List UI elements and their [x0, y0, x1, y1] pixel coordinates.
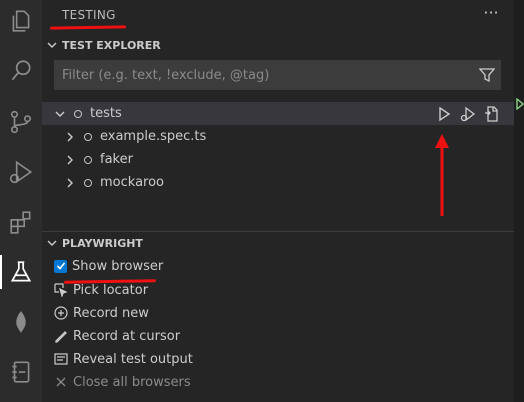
annotation-underline [49, 25, 127, 30]
record-cursor-icon [54, 329, 68, 343]
explorer-button[interactable] [0, 0, 42, 42]
filter-input[interactable] [55, 66, 474, 84]
flask-icon [10, 261, 32, 282]
annotation-arrow [434, 132, 450, 222]
sidebar-title: TESTING [62, 8, 116, 22]
test-status-icon [84, 178, 92, 187]
close-icon [54, 375, 68, 389]
chevron-down-icon [47, 240, 57, 246]
test-status-icon [84, 132, 92, 141]
reveal-test-output-label: Reveal test output [73, 351, 193, 367]
record-new-label: Record new [73, 305, 149, 321]
run-gutter-icon [516, 98, 524, 110]
notebook-button[interactable] [0, 351, 42, 393]
activity-bar [0, 0, 42, 402]
debug-icon[interactable] [460, 106, 476, 122]
run-debug-icon [9, 160, 33, 184]
record-at-cursor-button[interactable]: Record at cursor [54, 325, 180, 347]
tree-item-label: mockaroo [100, 175, 164, 190]
chevron-right-icon [67, 132, 73, 141]
tree-row-tests[interactable]: tests [42, 102, 514, 125]
go-to-file-icon[interactable] [484, 105, 500, 122]
record-at-cursor-label: Record at cursor [73, 328, 181, 344]
chevron-right-icon [67, 178, 73, 187]
source-control-button[interactable] [0, 101, 42, 143]
tree-item-label: faker [100, 152, 133, 167]
reveal-test-output-button[interactable]: Reveal test output [54, 348, 193, 370]
test-status-icon [74, 109, 82, 118]
output-icon [54, 352, 68, 366]
chevron-right-icon [67, 155, 73, 164]
close-all-browsers-button[interactable]: Close all browsers [54, 371, 191, 393]
filter-field-container [54, 60, 501, 90]
playwright-title: PLAYWRIGHT [62, 236, 143, 250]
tree-item-label: tests [90, 106, 122, 121]
search-icon [11, 60, 31, 81]
row-actions [436, 102, 500, 125]
show-browser-toggle[interactable]: Show browser [54, 255, 163, 277]
extensions-button[interactable] [0, 201, 42, 243]
record-new-button[interactable]: Record new [54, 302, 149, 324]
test-explorer-title: TEST EXPLORER [62, 38, 161, 52]
mongodb-button[interactable] [0, 301, 42, 343]
pick-locator-button[interactable]: Pick locator [54, 279, 148, 301]
search-button[interactable] [0, 50, 42, 92]
check-icon [56, 262, 65, 270]
testing-sidebar: TESTING ··· TEST EXPLORER tests example.… [42, 0, 514, 402]
run-debug-button[interactable] [0, 151, 42, 193]
leaf-icon [16, 311, 26, 333]
chevron-down-icon [47, 42, 57, 48]
chevron-down-icon [55, 111, 65, 117]
test-explorer-header[interactable]: TEST EXPLORER [42, 34, 514, 56]
pick-locator-label: Pick locator [73, 282, 149, 298]
test-status-icon [84, 155, 92, 164]
testing-button[interactable] [0, 251, 42, 293]
playwright-header[interactable]: PLAYWRIGHT [42, 232, 514, 254]
filter-icon[interactable] [474, 67, 500, 83]
run-icon[interactable] [436, 106, 452, 122]
close-all-browsers-label: Close all browsers [73, 374, 191, 390]
show-browser-label: Show browser [72, 258, 164, 274]
files-icon [12, 10, 30, 32]
tree-item-label: example.spec.ts [100, 129, 207, 144]
notebook-icon [12, 361, 30, 383]
editor-edge [514, 0, 524, 402]
more-actions-button[interactable]: ··· [480, 5, 502, 25]
record-new-icon [54, 306, 68, 320]
source-control-icon [10, 110, 32, 134]
extensions-icon [10, 211, 31, 234]
pick-locator-icon [54, 283, 68, 297]
checkbox-checked[interactable] [54, 259, 67, 273]
